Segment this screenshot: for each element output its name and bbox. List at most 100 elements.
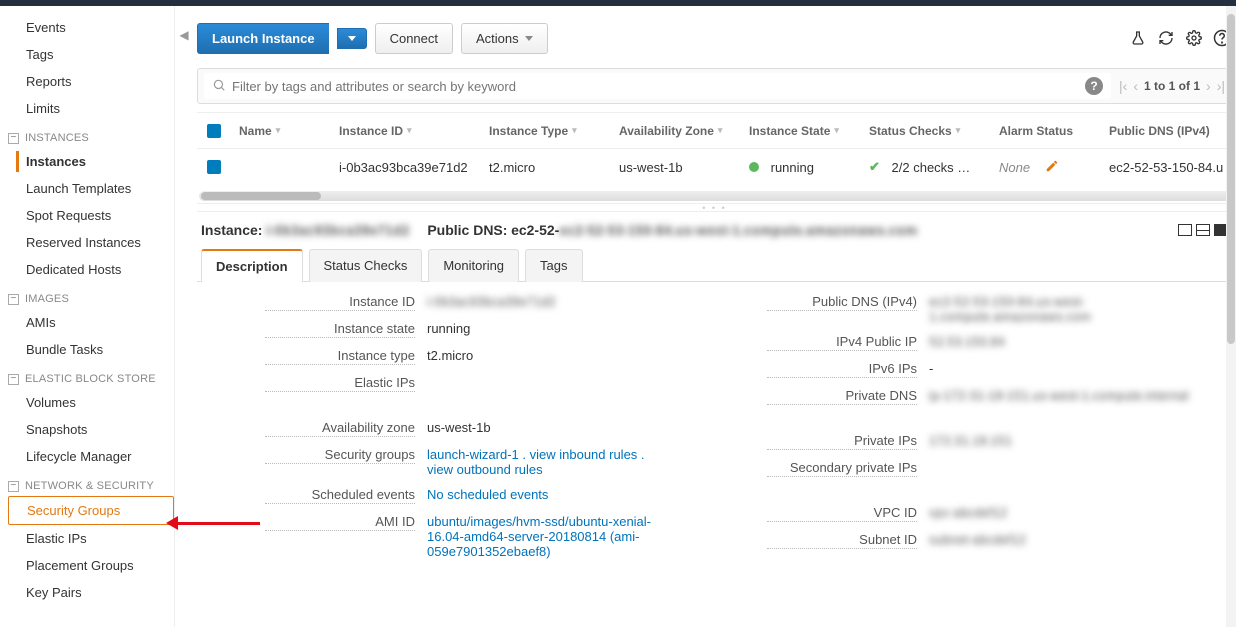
pager: |‹ ‹ 1 to 1 of 1 › ›| — [1119, 78, 1225, 94]
page-first-icon[interactable]: |‹ — [1119, 78, 1127, 94]
connect-button[interactable]: Connect — [375, 23, 453, 54]
th-instance-type[interactable]: Instance Type▾ — [481, 124, 611, 138]
sidebar-item-snapshots[interactable]: Snapshots — [8, 416, 174, 443]
scheduled-events-link[interactable]: No scheduled events — [427, 487, 548, 502]
kv-value: 172.31.18.151 — [929, 433, 1012, 448]
th-status-checks[interactable]: Status Checks▾ — [861, 124, 991, 138]
launch-instance-button[interactable]: Launch Instance — [197, 23, 329, 54]
kv-label: AMI ID — [265, 514, 415, 531]
th-instance-state[interactable]: Instance State▾ — [741, 124, 861, 138]
filter-bar: ? |‹ ‹ 1 to 1 of 1 › ›| — [197, 68, 1232, 104]
sidebar-nav: Events Tags Reports Limits − INSTANCES I… — [0, 6, 175, 627]
gear-icon[interactable] — [1184, 28, 1204, 48]
horizontal-scrollbar[interactable] — [199, 191, 1230, 201]
row-checkbox[interactable] — [207, 160, 221, 174]
kv-value: - — [929, 361, 933, 376]
kv-value: running — [427, 321, 470, 336]
kv-label: VPC ID — [767, 505, 917, 522]
sidebar-item-placement-groups[interactable]: Placement Groups — [8, 552, 174, 579]
filter-help-icon[interactable]: ? — [1085, 77, 1103, 95]
sidebar-item-elastic-ips[interactable]: Elastic IPs — [8, 525, 174, 552]
layout-full-icon[interactable] — [1178, 224, 1192, 236]
kv-value: 52.53.150.84 — [929, 334, 1005, 349]
sidebar-item-instances[interactable]: Instances — [8, 148, 174, 175]
tab-status-checks[interactable]: Status Checks — [309, 249, 423, 282]
group-network-security-header[interactable]: − NETWORK & SECURITY — [8, 470, 174, 496]
actions-button[interactable]: Actions — [461, 23, 548, 54]
sidebar-item-reports[interactable]: Reports — [8, 68, 174, 95]
tab-description[interactable]: Description — [201, 249, 303, 282]
sg-link[interactable]: launch-wizard-1 . — [427, 447, 526, 462]
ami-link[interactable]: ubuntu/images/hvm-ssd/ubuntu-xenial-16.0… — [427, 514, 687, 559]
sidebar-item-tags[interactable]: Tags — [8, 41, 174, 68]
sidebar-item-launch-templates[interactable]: Launch Templates — [8, 175, 174, 202]
minus-icon: − — [8, 133, 19, 144]
kv-value: subnet-abcdef12 — [929, 532, 1026, 547]
vertical-scrollbar[interactable] — [1226, 211, 1232, 627]
page-next-icon[interactable]: › — [1206, 78, 1211, 94]
sidebar-item-dedicated-hosts[interactable]: Dedicated Hosts — [8, 256, 174, 283]
cell-status-checks: ✔ 2/2 checks … — [861, 159, 991, 175]
group-images-header[interactable]: − IMAGES — [8, 283, 174, 309]
search-icon — [212, 78, 226, 95]
sidebar-item-events[interactable]: Events — [8, 14, 174, 41]
cell-state: running — [741, 160, 861, 175]
detail-tabs: Description Status Checks Monitoring Tag… — [197, 248, 1232, 282]
cell-instance-type: t2.micro — [481, 160, 611, 175]
page-last-icon[interactable]: ›| — [1217, 78, 1225, 94]
sidebar-item-spot-requests[interactable]: Spot Requests — [8, 202, 174, 229]
group-instances-header[interactable]: − INSTANCES — [8, 122, 174, 148]
page-prev-icon[interactable]: ‹ — [1133, 78, 1138, 94]
group-ebs-header[interactable]: − ELASTIC BLOCK STORE — [8, 363, 174, 389]
outbound-rules-link[interactable]: view outbound rules — [427, 462, 543, 477]
flask-icon[interactable] — [1128, 28, 1148, 48]
sidebar-item-key-pairs[interactable]: Key Pairs — [8, 579, 174, 606]
tab-tags[interactable]: Tags — [525, 249, 582, 282]
sidebar-item-bundle-tasks[interactable]: Bundle Tasks — [8, 336, 174, 363]
minus-icon: − — [8, 294, 19, 305]
th-alarm-status[interactable]: Alarm Status — [991, 124, 1101, 138]
toolbar: Launch Instance Connect Actions — [197, 18, 1232, 58]
sidebar-collapse-handle[interactable]: ◀ — [179, 28, 189, 42]
refresh-icon[interactable] — [1156, 28, 1176, 48]
table-row[interactable]: i-0b3ac93bca39e71d2 t2.micro us-west-1b … — [197, 149, 1232, 185]
inbound-rules-link[interactable]: view inbound rules . — [530, 447, 645, 462]
kv-value-security-groups: launch-wizard-1 . view inbound rules . v… — [427, 447, 645, 477]
th-name[interactable]: Name▾ — [231, 124, 331, 138]
tab-monitoring[interactable]: Monitoring — [428, 249, 519, 282]
kv-label: Private IPs — [767, 433, 917, 450]
kv-label: Scheduled events — [265, 487, 415, 504]
kv-label: Private DNS — [767, 388, 917, 405]
detail-splitter[interactable]: • • • — [197, 203, 1232, 211]
kv-label: Instance type — [265, 348, 415, 365]
th-public-dns[interactable]: Public DNS (IPv4) — [1101, 124, 1232, 138]
select-all-checkbox[interactable] — [207, 124, 221, 138]
caret-down-icon — [348, 36, 356, 41]
kv-value: i-0b3ac93bca39e71d2 — [427, 294, 556, 309]
main-pane: ◀ Launch Instance Connect Actions — [175, 6, 1236, 627]
kv-label: Security groups — [265, 447, 415, 464]
sidebar-item-volumes[interactable]: Volumes — [8, 389, 174, 416]
detail-instance-label: Instance: i-0b3ac93bca39e71d2 — [201, 222, 409, 238]
th-instance-id[interactable]: Instance ID▾ — [331, 124, 481, 138]
kv-label: IPv4 Public IP — [767, 334, 917, 351]
sidebar-item-lifecycle-manager[interactable]: Lifecycle Manager — [8, 443, 174, 470]
kv-label: Elastic IPs — [265, 375, 415, 392]
alarm-edit-icon[interactable] — [1045, 159, 1059, 176]
kv-value: us-west-1b — [427, 420, 491, 435]
sidebar-item-security-groups[interactable]: Security Groups — [8, 496, 174, 525]
sidebar-item-amis[interactable]: AMIs — [8, 309, 174, 336]
cell-public-dns: ec2-52-53-150-84.u — [1101, 160, 1232, 175]
kv-label: Public DNS (IPv4) — [767, 294, 917, 311]
th-availability-zone[interactable]: Availability Zone▾ — [611, 124, 741, 138]
sidebar-item-reserved-instances[interactable]: Reserved Instances — [8, 229, 174, 256]
filter-input[interactable] — [232, 79, 1079, 94]
kv-value: ec2-52-53-150-84.us-west-1.compute.amazo… — [929, 294, 1189, 324]
kv-label: IPv6 IPs — [767, 361, 917, 378]
launch-instance-dropdown[interactable] — [337, 28, 367, 49]
sidebar-top-list: Events Tags Reports Limits — [8, 14, 174, 122]
sidebar-item-limits[interactable]: Limits — [8, 95, 174, 122]
layout-split-icon[interactable] — [1196, 224, 1210, 236]
check-ok-icon: ✔ — [869, 159, 880, 175]
kv-value: ip-172-31-18-151.us-west-1.compute.inter… — [929, 388, 1188, 403]
